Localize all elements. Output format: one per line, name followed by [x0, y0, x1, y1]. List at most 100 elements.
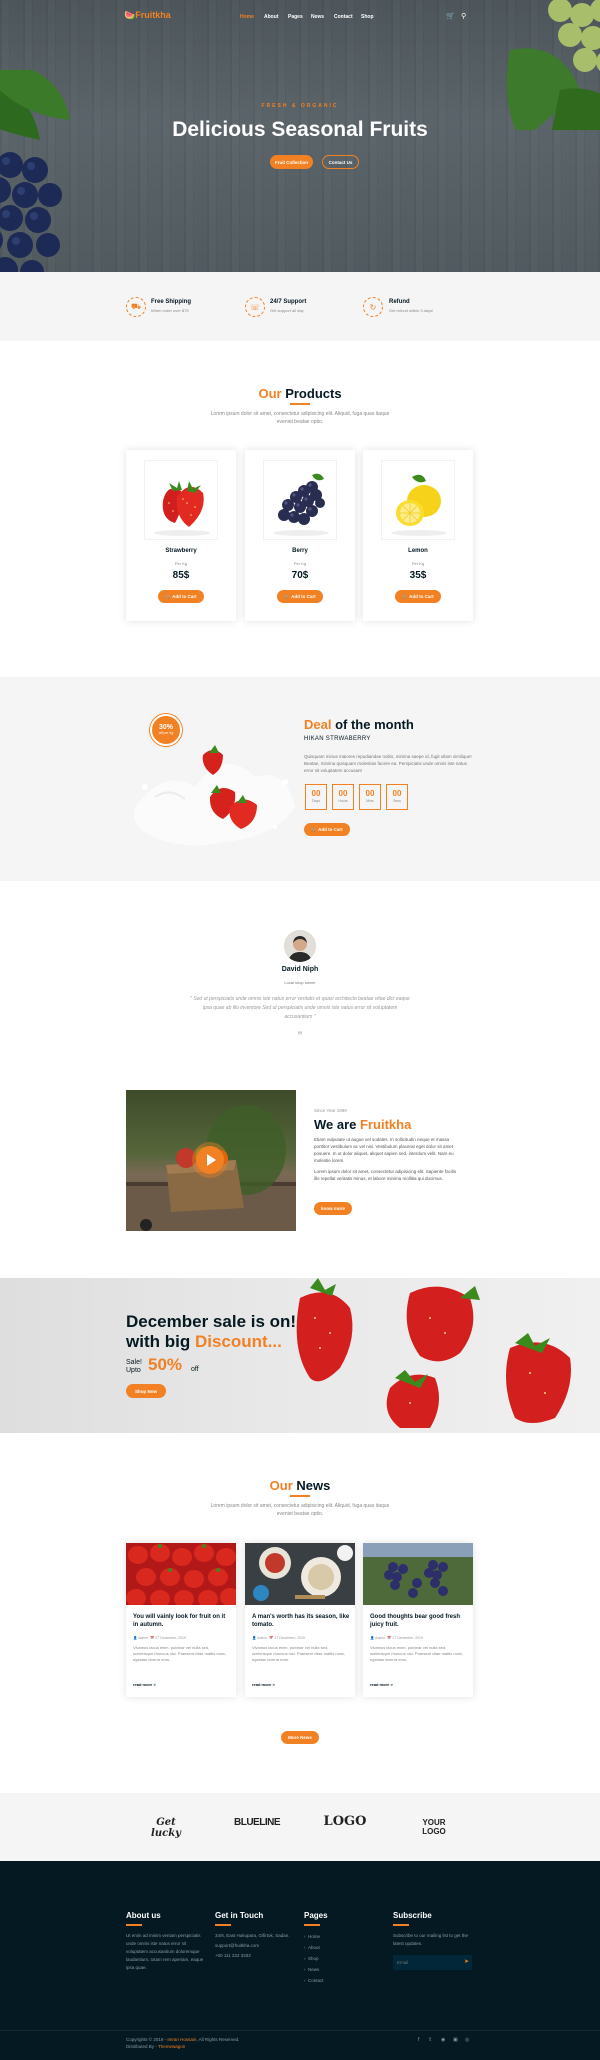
footer-link-news[interactable]: › News — [304, 1967, 319, 1972]
countdown-hours: 00 Hours — [332, 784, 354, 810]
title-underline — [290, 1495, 310, 1497]
avatar — [284, 930, 316, 962]
product-name: Strawberry — [165, 548, 197, 554]
news-excerpt: Vivamus lacus enim, pulvinar vel nulla s… — [133, 1645, 227, 1662]
product-card: Berry Per Kg 70$ 🛒 Add to Cart — [245, 450, 355, 621]
contact-us-button[interactable]: Contact Us — [322, 155, 359, 169]
feature-title: Refund — [389, 299, 410, 305]
news-section-description: Lorem ipsum dolor sit amet, consectetur … — [210, 1503, 390, 1517]
feature-text: Get support all day — [270, 308, 304, 313]
news-meta: 👤 Admin 📅 27 December, 2019 — [252, 1636, 305, 1640]
product-image[interactable] — [381, 460, 455, 540]
grapes-left-image — [0, 70, 70, 272]
hero-subtitle: FRESH & ORGANIC — [261, 103, 339, 109]
deal-section: 30% off per kg Deal of the month HIKAN S… — [0, 677, 600, 881]
footer-link-shop[interactable]: › Shop — [304, 1956, 319, 1961]
distributor-link[interactable]: Themewagon — [158, 2044, 185, 2049]
read-more-link[interactable]: read more > — [252, 1682, 275, 1687]
deal-description: Quisquam minus maiores repudiandae nobis… — [304, 754, 472, 773]
footer-title-underline — [393, 1924, 409, 1926]
about-paragraph: Lorem ipsum dolor sit amet, consectetur … — [314, 1169, 457, 1181]
shop-now-button[interactable]: Shop Now — [126, 1384, 166, 1398]
product-image[interactable] — [144, 460, 218, 540]
news-excerpt: Vivamus lacus enim, pulvinar vel nulla s… — [252, 1645, 346, 1662]
deal-product-name: HIKAN STRWABERRY — [304, 736, 371, 742]
copyright-author-link[interactable]: Imran Hossain — [167, 2037, 196, 2042]
features-bar — [0, 272, 600, 341]
footer-email[interactable]: support@fruitkha.com — [215, 1942, 259, 1950]
product-name: Berry — [292, 548, 308, 554]
news-title[interactable]: A man's worth has its season, like tomat… — [252, 1613, 350, 1629]
news-image[interactable] — [363, 1543, 473, 1605]
news-card: You will vainly look for fruit on it in … — [126, 1543, 236, 1697]
read-more-link[interactable]: read more > — [370, 1682, 393, 1687]
footer-pages-title: Pages — [304, 1911, 328, 1920]
quote-icon: ” — [297, 1028, 303, 1044]
twitter-icon[interactable]: 𝕥 — [429, 2037, 431, 2043]
nav-shop[interactable]: Shop — [361, 14, 374, 20]
about-video[interactable] — [126, 1090, 296, 1231]
sale-small-text: Sale! Upto — [126, 1359, 142, 1374]
search-icon[interactable]: ⚲ — [461, 12, 466, 20]
countdown-secs: 00 Secs — [386, 784, 408, 810]
cart-icon: 🛒 — [402, 593, 410, 599]
nav-news[interactable]: News — [311, 14, 324, 20]
cart-icon: 🛒 — [165, 593, 173, 599]
footer-link-contact[interactable]: › Contact — [304, 1978, 324, 1983]
grapes-right-image — [506, 0, 600, 130]
product-price: 35$ — [409, 570, 427, 581]
news-excerpt: Vivamus lacus enim, pulvinar vel nulla s… — [370, 1645, 464, 1662]
feature-text: Get refund within 3 days! — [389, 308, 434, 313]
linkedin-icon[interactable]: ▣ — [453, 2037, 458, 2043]
product-image[interactable] — [263, 460, 337, 540]
cart-icon: 🛒 — [311, 826, 319, 832]
sale-banner — [0, 1278, 600, 1433]
footer-title-underline — [126, 1924, 142, 1926]
phone-icon: ☏ — [245, 297, 265, 317]
footer-title-underline — [304, 1924, 320, 1926]
title-underline — [290, 403, 310, 405]
footer-about-text: Ut enim ad minim veniam perspiciatis und… — [126, 1933, 204, 1970]
discount-badge: 30% off per kg — [150, 714, 182, 746]
about-since: Since Year 1999 — [314, 1108, 347, 1113]
news-meta: 👤 Admin 📅 27 December, 2019 — [133, 1636, 186, 1640]
footer-address: 34/8, East Hukupara, Gifirtok, Sadan. — [215, 1933, 290, 1938]
news-image[interactable] — [126, 1543, 236, 1605]
email-field[interactable] — [393, 1955, 461, 1970]
fruit-collection-button[interactable]: Fruit Collection — [270, 155, 313, 169]
nav-about[interactable]: About — [264, 14, 278, 20]
add-to-cart-button[interactable]: 🛒 Add to Cart — [158, 590, 204, 603]
site-logo[interactable]: 🍉Fruitkha — [124, 10, 171, 21]
facebook-icon[interactable]: f — [418, 2037, 419, 2043]
add-to-cart-button[interactable]: 🛒 Add to Cart — [277, 590, 323, 603]
know-more-button[interactable]: know more — [314, 1202, 352, 1215]
send-icon[interactable]: ➤ — [461, 1955, 472, 1970]
footer-link-home[interactable]: › Home — [304, 1934, 320, 1939]
footer-phone[interactable]: +00 111 222 3333 — [215, 1952, 251, 1960]
sale-heading: December sale is on! with big Discount..… — [126, 1312, 297, 1351]
news-image[interactable] — [245, 1543, 355, 1605]
testimonial-name: David Niph — [281, 966, 319, 973]
product-unit: Per Kg — [174, 561, 188, 566]
footer-link-about[interactable]: › About — [304, 1945, 320, 1950]
products-section-title: Our Products — [258, 386, 342, 401]
instagram-icon[interactable]: ◉ — [441, 2037, 445, 2043]
more-news-button[interactable]: More News — [281, 1731, 319, 1744]
dribbble-icon[interactable]: ◎ — [465, 2037, 469, 2043]
berry-image — [273, 473, 329, 536]
read-more-link[interactable]: read more > — [133, 1682, 156, 1687]
deal-add-to-cart-button[interactable]: 🛒 Add to Cart — [304, 823, 350, 836]
add-to-cart-button[interactable]: 🛒 Add to Cart — [395, 590, 441, 603]
nav-home[interactable]: Home — [240, 14, 254, 20]
nav-pages[interactable]: Pages — [288, 14, 303, 20]
deal-title: Deal of the month — [304, 717, 414, 732]
news-title[interactable]: Good thoughts bear good fresh juicy frui… — [370, 1613, 468, 1629]
news-meta: 👤 Admin 📅 27 December, 2019 — [370, 1636, 423, 1640]
breakfast-news-image — [245, 1543, 355, 1605]
news-title[interactable]: You will vainly look for fruit on it in … — [133, 1613, 231, 1629]
cart-icon[interactable]: 🛒 — [446, 12, 455, 20]
news-card: Good thoughts bear good fresh juicy frui… — [363, 1543, 473, 1697]
play-button[interactable] — [196, 1146, 224, 1174]
news-section-title: Our News — [269, 1478, 331, 1493]
nav-contact[interactable]: Contact — [334, 14, 353, 20]
